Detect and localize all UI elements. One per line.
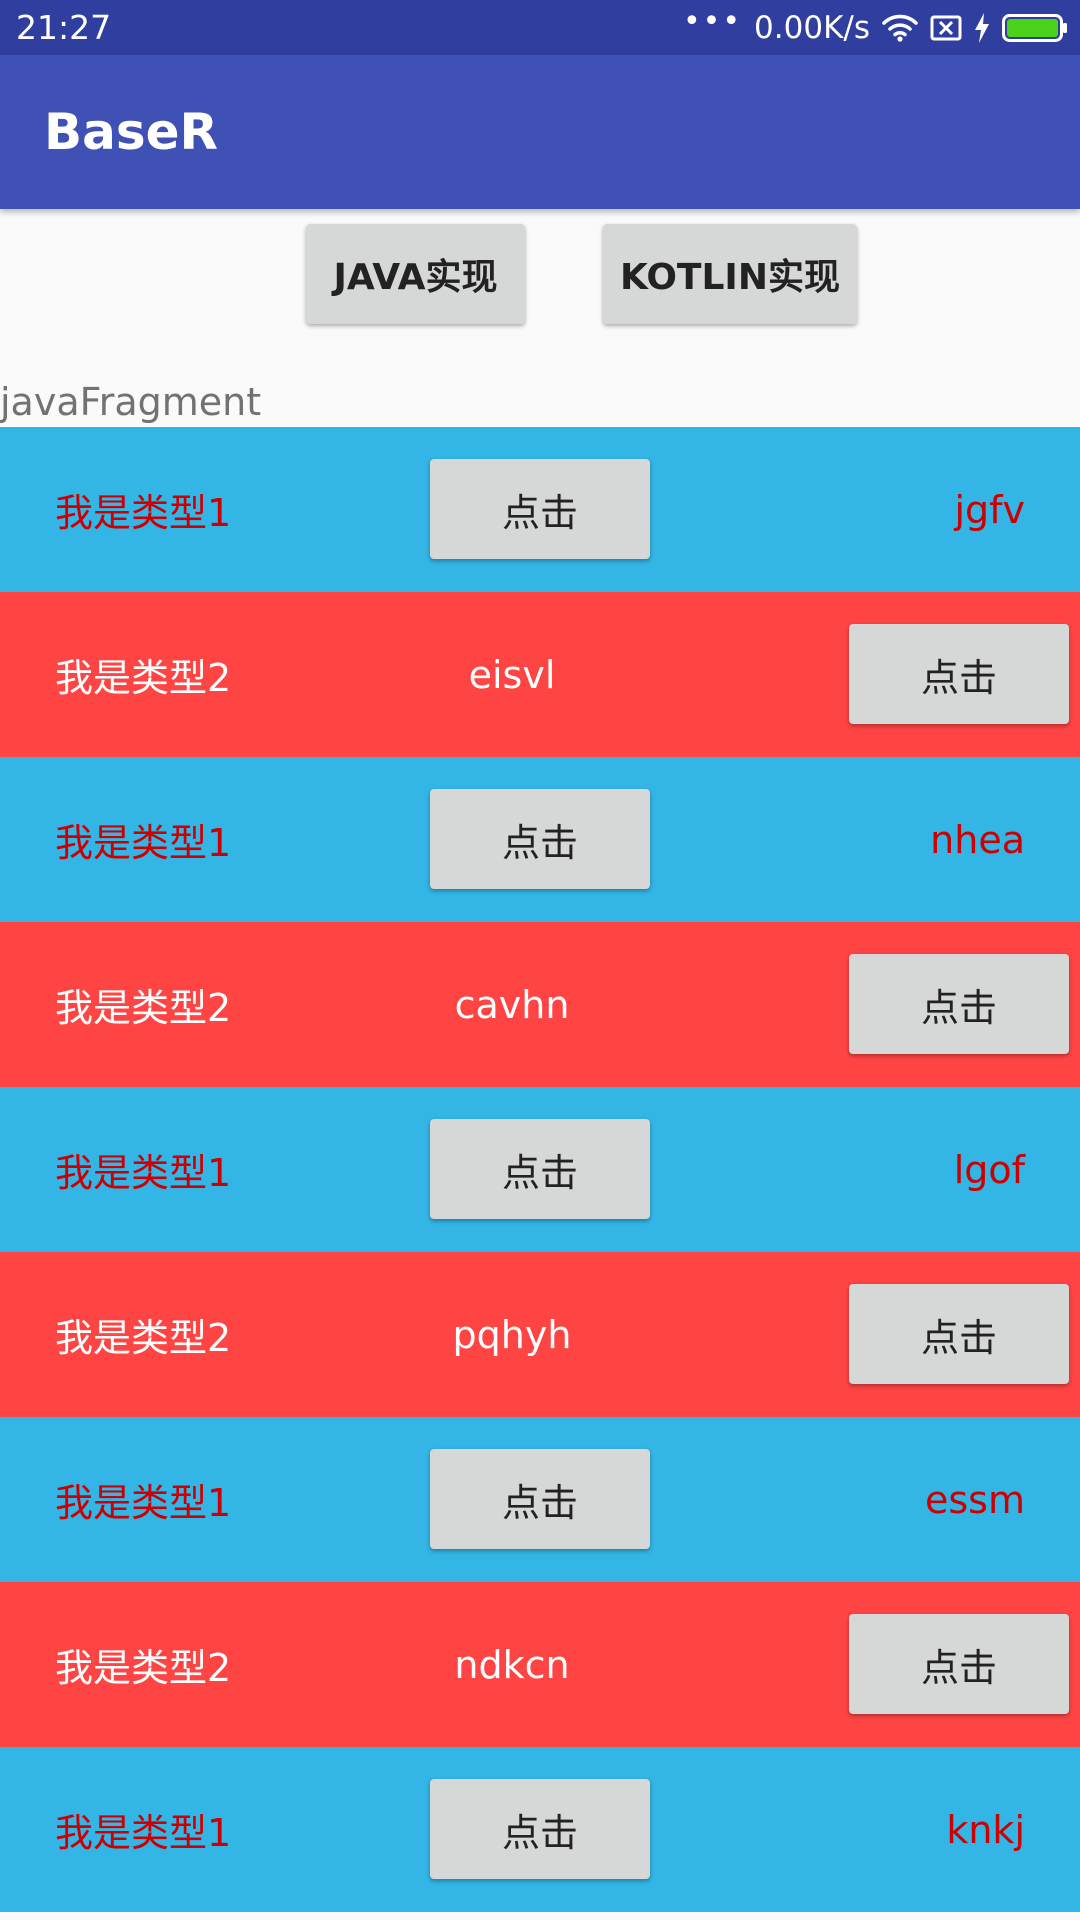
- item-type-label: 我是类型2: [55, 986, 232, 1030]
- app-title: BaseR: [44, 103, 219, 161]
- item-random-text: lgof: [953, 1147, 1025, 1192]
- item-click-button[interactable]: 点击: [849, 954, 1069, 1054]
- status-icons: ••• 0.00K/s: [683, 7, 1068, 49]
- item-random-text: cavhn: [454, 982, 570, 1027]
- list-item-type1: 我是类型1 点击 lgof: [0, 1087, 1080, 1252]
- kotlin-implementation-button[interactable]: KOTLIN实现: [603, 224, 857, 324]
- item-type-label: 我是类型2: [55, 1316, 232, 1360]
- item-type-label: 我是类型2: [55, 656, 232, 700]
- list-item-type1: 我是类型1 点击 essm: [0, 1417, 1080, 1582]
- java-implementation-button[interactable]: JAVA实现: [306, 224, 525, 324]
- list-item-type1: 我是类型1 点击 jgfv: [0, 427, 1080, 592]
- item-type-label: 我是类型1: [55, 821, 232, 865]
- network-speed: 0.00K/s: [754, 10, 870, 46]
- wifi-icon: [882, 13, 918, 43]
- item-type-label: 我是类型1: [55, 1151, 232, 1195]
- item-list[interactable]: 我是类型1 点击 jgfv 我是类型2 点击 eisvl 我是类型1 点击 nhea 我是类型2 点…: [0, 427, 1080, 1912]
- status-bar: 21:27 ••• 0.00K/s: [0, 0, 1080, 55]
- fragment-label: javaFragment: [0, 380, 262, 424]
- item-click-button[interactable]: 点击: [430, 1449, 650, 1549]
- item-click-button[interactable]: 点击: [430, 1779, 650, 1879]
- item-random-text: nhea: [930, 817, 1025, 862]
- item-random-text: knkj: [946, 1807, 1025, 1852]
- item-random-text: jgfv: [954, 487, 1025, 532]
- item-click-button[interactable]: 点击: [430, 459, 650, 559]
- item-random-text: eisvl: [468, 652, 556, 697]
- charging-icon: [974, 13, 990, 43]
- list-item-type1: 我是类型1 点击 nhea: [0, 757, 1080, 922]
- item-click-button[interactable]: 点击: [849, 624, 1069, 724]
- item-random-text: essm: [925, 1477, 1025, 1522]
- list-item-type2: 我是类型2 点击 eisvl: [0, 592, 1080, 757]
- item-type-label: 我是类型1: [55, 491, 232, 535]
- item-click-button[interactable]: 点击: [430, 1119, 650, 1219]
- list-item-type2: 我是类型2 点击 cavhn: [0, 922, 1080, 1087]
- list-item-type2: 我是类型2 点击 pqhyh: [0, 1252, 1080, 1417]
- item-click-button[interactable]: 点击: [849, 1284, 1069, 1384]
- no-sim-icon: [930, 14, 962, 42]
- item-click-button[interactable]: 点击: [430, 789, 650, 889]
- status-time: 21:27: [16, 8, 112, 47]
- item-click-button[interactable]: 点击: [849, 1614, 1069, 1714]
- item-random-text: ndkcn: [454, 1642, 570, 1687]
- app-bar: BaseR: [0, 55, 1080, 209]
- battery-icon: [1002, 14, 1068, 42]
- item-type-label: 我是类型1: [55, 1811, 232, 1855]
- item-type-label: 我是类型1: [55, 1481, 232, 1525]
- item-random-text: pqhyh: [452, 1312, 572, 1357]
- list-item-type1: 我是类型1 点击 knkj: [0, 1747, 1080, 1912]
- list-item-type2: 我是类型2 点击 ndkcn: [0, 1582, 1080, 1747]
- item-type-label: 我是类型2: [55, 1646, 232, 1690]
- more-notifications-icon: •••: [682, 4, 743, 39]
